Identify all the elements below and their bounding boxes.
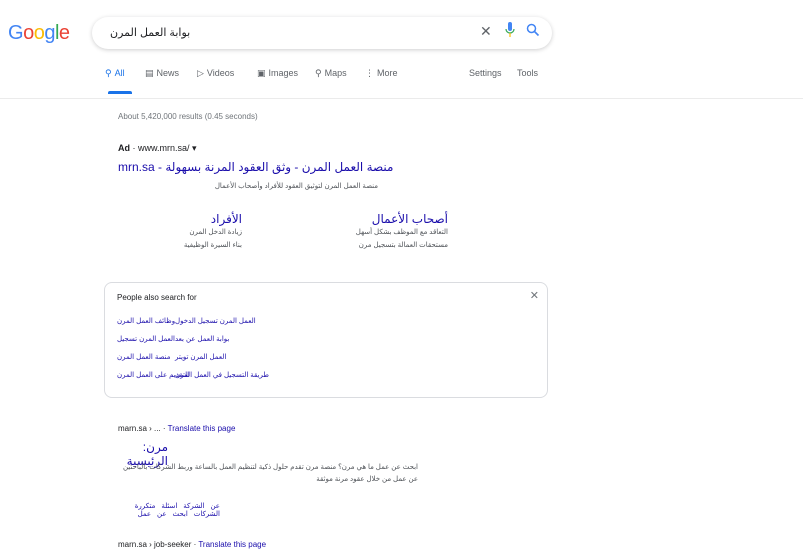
- tab-images[interactable]: ▣ Images: [257, 68, 298, 79]
- related-search-link[interactable]: وظائف العمل المرن: [117, 317, 175, 325]
- tab-videos[interactable]: ▷ Videos: [197, 68, 234, 79]
- tab-all[interactable]: ⚲ All: [105, 68, 125, 79]
- tools-link[interactable]: Tools: [517, 68, 538, 78]
- settings-link[interactable]: Settings: [469, 68, 502, 78]
- logo-letter: e: [58, 22, 70, 44]
- search-result: marn.sa › ... · Translate this page: [118, 424, 418, 433]
- search-icon: ⚲: [105, 68, 112, 78]
- search-tabs: ⚲ All ▤ News ▷ Videos ▣ Images ⚲ Maps ⋮ More S…: [105, 68, 555, 88]
- result-sitelink[interactable]: اسئلة متكررة: [135, 503, 178, 510]
- logo-letter: G: [8, 22, 24, 44]
- related-search-link[interactable]: العمل المرن تويتر: [175, 353, 226, 361]
- sitelink-desc: بناء السيرة الوظيفية: [183, 242, 242, 249]
- people-also-search-title: People also search for: [117, 293, 197, 302]
- logo-letter: g: [44, 22, 55, 44]
- sitelink-title[interactable]: أصحاب الأعمال: [328, 212, 448, 226]
- ad-title-domain: mrn.sa: [118, 160, 155, 174]
- result-sitelink[interactable]: ابحث عن عمل: [138, 511, 188, 518]
- related-search-link[interactable]: العمل المرن تسجيل الدخول: [175, 317, 256, 325]
- mic-icon[interactable]: [504, 21, 516, 42]
- map-pin-icon: ⚲: [315, 68, 322, 78]
- sitelink-desc: زيادة الدخل المرن: [189, 229, 242, 236]
- related-search-link[interactable]: العمل المرن تسجيل: [117, 335, 175, 343]
- sitelink-title[interactable]: الأفراد: [122, 212, 242, 226]
- search-input[interactable]: بوابة العمل المرن: [110, 26, 190, 39]
- image-icon: ▣: [257, 68, 266, 78]
- ad-sitelink-business: أصحاب الأعمال التعاقد مع الموظف بشكل أسه…: [328, 212, 448, 252]
- sitelink-desc: التعاقد مع الموظف بشكل أسهل: [355, 229, 448, 236]
- ad-url: www.mrn.sa/: [138, 143, 190, 153]
- translate-link[interactable]: Translate this page: [198, 540, 266, 549]
- google-logo[interactable]: Google: [8, 22, 70, 45]
- ad-title-text: منصة العمل المرن - وثق العقود المرنة بسه…: [165, 160, 394, 174]
- result-url[interactable]: marn.sa › ...: [118, 424, 161, 433]
- ad-sitelink-individuals: الأفراد زيادة الدخل المرن بناء السيرة ال…: [122, 212, 242, 252]
- more-icon: ⋮: [365, 68, 374, 78]
- translate-link[interactable]: Translate this page: [168, 424, 236, 433]
- search-icon[interactable]: [526, 23, 540, 40]
- logo-letter: o: [33, 22, 45, 44]
- result-snippet: ابحث عن عمل ما هي مرن؟ منصة مرن تقدم حلو…: [122, 464, 418, 483]
- result-stats: About 5,420,000 results (0.45 seconds): [118, 112, 258, 121]
- result-snippet-wrap: ابحث عن عمل ما هي مرن؟ منصة مرن تقدم حلو…: [118, 462, 418, 486]
- video-icon: ▷: [197, 68, 204, 78]
- result-url-line: marn.sa › job-seeker · Translate this pa…: [118, 540, 267, 549]
- search-box[interactable]: بوابة العمل المرن ✕: [92, 17, 552, 49]
- active-tab-indicator: [108, 91, 132, 94]
- people-also-search-box: People also search for ✕ العمل المرن تسج…: [104, 282, 548, 398]
- ad-description: منصة العمل المرن لتوثيق العقود للأفراد و…: [214, 183, 378, 190]
- logo-text: Google: [8, 22, 70, 44]
- result-url-line: marn.sa › ... · Translate this page: [118, 424, 236, 433]
- ad-title[interactable]: mrn.sa - منصة العمل المرن - وثق العقود ا…: [118, 160, 393, 174]
- related-search-link[interactable]: بوابة العمل عن بعد: [175, 335, 229, 343]
- sitelink-desc: مستحقات العمالة بتسجيل مرن: [358, 242, 448, 249]
- search-result: marn.sa › job-seeker · Translate this pa…: [118, 540, 418, 549]
- tab-maps[interactable]: ⚲ Maps: [315, 68, 347, 79]
- ad-url-line: Ad · www.mrn.sa/ ▾: [118, 143, 197, 153]
- tab-more[interactable]: ⋮ More: [365, 68, 398, 79]
- header-divider: [0, 98, 803, 99]
- close-icon[interactable]: ✕: [480, 23, 492, 40]
- related-search-link[interactable]: التقديم على العمل المرن: [117, 371, 189, 379]
- related-search-link[interactable]: منصة العمل المرن: [117, 353, 171, 361]
- result-sitelink[interactable]: عن الشركة: [183, 503, 220, 510]
- close-icon[interactable]: ✕: [530, 289, 539, 302]
- result-url[interactable]: marn.sa › job-seeker: [118, 540, 191, 549]
- tab-news[interactable]: ▤ News: [145, 68, 179, 79]
- logo-letter: o: [23, 22, 34, 44]
- result-sitelink[interactable]: الشركات: [194, 511, 220, 518]
- result-sitelinks: عن الشركة اسئلة متكررة الشركات ابحث عن ع…: [118, 502, 220, 518]
- news-icon: ▤: [145, 68, 154, 78]
- ad-badge: Ad: [118, 143, 130, 153]
